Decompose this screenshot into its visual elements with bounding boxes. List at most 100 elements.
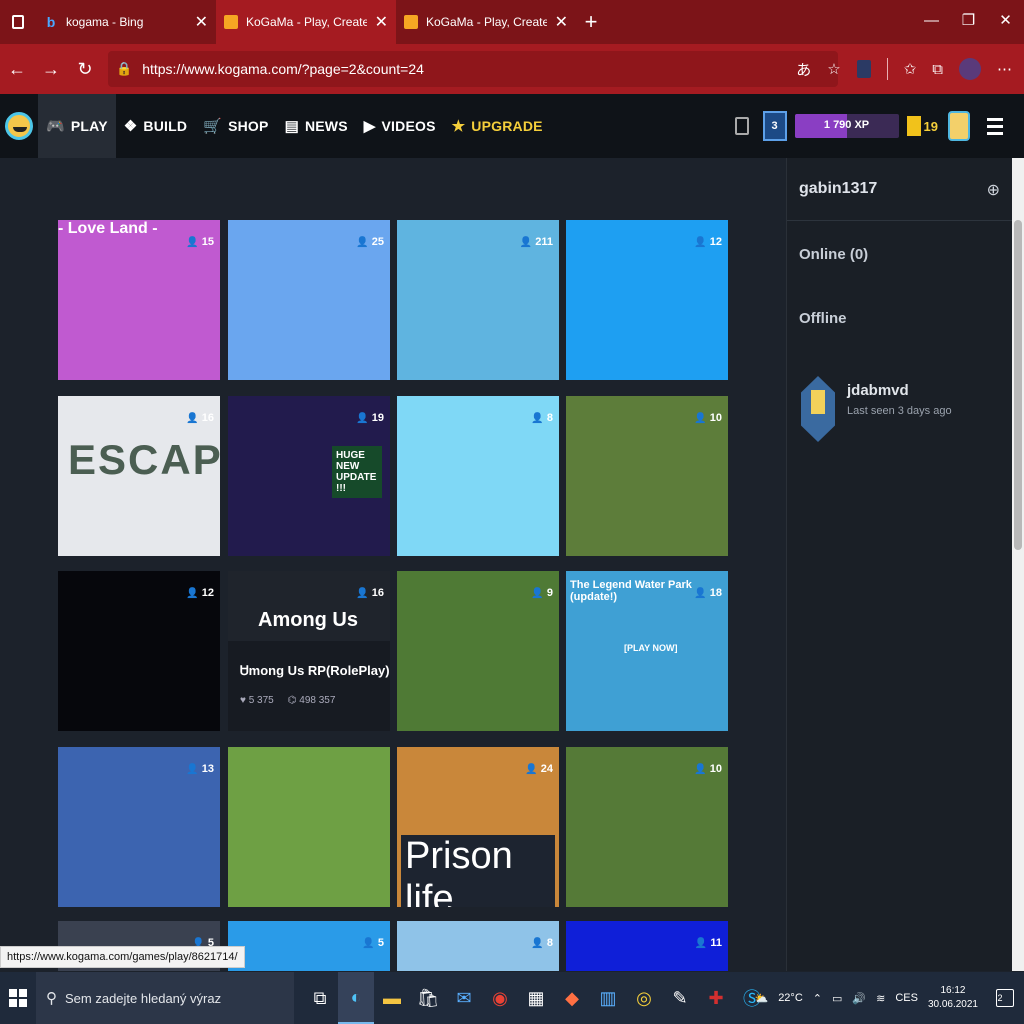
close-tab-icon[interactable]: ✕ <box>195 12 208 32</box>
game-card[interactable]: 👤 12 <box>566 220 728 380</box>
game-card[interactable]: 👤 12 <box>58 571 220 731</box>
read-aloud-icon[interactable]: あ <box>796 59 811 80</box>
user-avatar[interactable] <box>948 111 970 141</box>
collections-icon[interactable]: ⧉ <box>932 61 943 78</box>
player-count-value: 9 <box>546 587 553 599</box>
tab-actions-button[interactable] <box>0 0 36 44</box>
store-icon[interactable]: 🛍 <box>410 972 446 1024</box>
friend-item[interactable]: jdabmvd Last seen 3 days ago <box>801 376 952 442</box>
back-button[interactable]: ← <box>0 44 34 94</box>
person-icon: 👤 <box>186 763 199 775</box>
nav-play[interactable]: 🎮 PLAY <box>38 94 116 158</box>
file-explorer-icon[interactable]: ▬ <box>374 972 410 1024</box>
person-icon: 👤 <box>694 763 707 775</box>
refresh-button[interactable]: ↻ <box>68 44 102 94</box>
puzzle-app-icon[interactable]: ✚ <box>698 972 734 1024</box>
logo-face-icon <box>5 112 33 140</box>
xp-progress-bar[interactable]: 1 790 XP <box>794 114 899 138</box>
game-card[interactable]: 👤 8 <box>397 921 559 971</box>
level-badge[interactable]: 3 <box>762 111 787 141</box>
player-count: 👤 12 <box>694 236 722 248</box>
tray-chevron-icon[interactable]: ⌃ <box>813 992 822 1005</box>
browser-tab-0[interactable]: b kogama - Bing ✕ <box>36 0 216 44</box>
game-card[interactable]: 👤 25 <box>228 220 390 380</box>
weather-temp[interactable]: 22°C <box>778 992 803 1004</box>
weather-icon[interactable]: ⛅ <box>754 992 768 1005</box>
game-card[interactable]: 👤 10 <box>566 747 728 907</box>
game-card[interactable]: 👤 5 <box>228 921 390 971</box>
game-card[interactable]: The Legend Water Park (update!) [PLAY NOW… <box>566 571 728 731</box>
calendar-icon[interactable]: ▥ <box>590 972 626 1024</box>
game-thumbnail-title: The Legend Water Park (update!) <box>570 579 692 603</box>
browser-tab-1[interactable]: KoGaMa - Play, Create And Share ✕ <box>216 0 396 44</box>
language-indicator[interactable]: CES <box>895 992 918 1004</box>
game-card[interactable]: ESCAPA 👤16 <box>58 396 220 556</box>
tab-title: KoGaMa - Play, Create And Share <box>246 15 367 29</box>
extension-icon[interactable] <box>856 60 871 78</box>
nav-videos[interactable]: ▶ VIDEOS <box>356 94 444 158</box>
friend-last-seen: Last seen 3 days ago <box>847 405 952 417</box>
new-tab-button[interactable]: + <box>576 0 606 44</box>
page-scrollbar[interactable] <box>1012 158 1024 971</box>
document-icon[interactable] <box>734 117 749 135</box>
volume-icon[interactable]: 🔊 <box>852 992 866 1005</box>
close-tab-icon[interactable]: ✕ <box>375 12 388 32</box>
clock[interactable]: 16:12 30.06.2021 <box>928 984 978 1012</box>
gold-counter[interactable]: 19 <box>906 116 938 136</box>
nav-label: VIDEOS <box>381 118 436 134</box>
offline-header[interactable]: Offline <box>799 310 847 327</box>
restore-icon[interactable]: ❐ <box>950 0 987 40</box>
browser-tab-2[interactable]: KoGaMa - Play, Create And Share ✕ <box>396 0 576 44</box>
nav-upgrade[interactable]: ★ UPGRADE <box>444 94 551 158</box>
panel-username[interactable]: gabin1317 <box>799 180 877 198</box>
network-icon[interactable]: ▭ <box>832 992 842 1005</box>
profile-avatar[interactable] <box>959 58 981 80</box>
game-card[interactable] <box>228 747 390 907</box>
game-card[interactable]: - Love Land - 👤 15 <box>58 220 220 380</box>
more-menu-icon[interactable]: ⋯ <box>997 60 1012 78</box>
notification-count: 2 <box>997 993 1003 1003</box>
task-view-icon[interactable]: ⧉ <box>302 972 338 1024</box>
norton-icon[interactable]: ◎ <box>626 972 662 1024</box>
calculator-icon[interactable]: ▦ <box>518 972 554 1024</box>
mail-icon[interactable]: ✉ <box>446 972 482 1024</box>
game-card[interactable]: 👤 211 <box>397 220 559 380</box>
game-card[interactable]: Prison life 👤 24 <box>397 747 559 907</box>
start-button[interactable] <box>0 972 36 1024</box>
add-friend-icon[interactable]: ⊕ <box>987 180 1000 200</box>
nav-label: SHOP <box>228 118 269 134</box>
online-header[interactable]: Online (0) <box>799 246 868 263</box>
notification-center-icon[interactable]: 2 <box>996 989 1014 1007</box>
chrome-icon[interactable]: ◉ <box>482 972 518 1024</box>
hamburger-menu-icon[interactable] <box>980 117 1010 135</box>
game-card[interactable]: 👤 10 <box>566 396 728 556</box>
game-card[interactable]: 👤 8 <box>397 396 559 556</box>
minimize-icon[interactable]: — <box>913 0 950 40</box>
nav-build[interactable]: ❖ BUILD <box>116 94 195 158</box>
close-window-icon[interactable]: ✕ <box>987 0 1024 40</box>
wifi-icon[interactable]: ≋ <box>876 992 885 1005</box>
forward-button[interactable]: → <box>34 44 68 94</box>
game-card[interactable]: HUGE NEW UPDATE !!! 👤 19 <box>228 396 390 556</box>
game-card[interactable]: 👤 13 <box>58 747 220 907</box>
kogama-logo[interactable] <box>0 94 38 158</box>
favorite-star-icon[interactable]: ☆ <box>827 60 840 78</box>
game-card[interactable]: 👤 9 <box>397 571 559 731</box>
lock-icon[interactable]: 🔒 <box>116 61 132 77</box>
player-count-value: 12 <box>709 236 722 248</box>
game-card[interactable]: 👤 11 <box>566 921 728 971</box>
favorites-icon[interactable]: ✩ <box>904 60 917 78</box>
scrollbar-thumb[interactable] <box>1014 220 1022 550</box>
url-field[interactable]: 🔒 https://www.kogama.com/?page=2&count=2… <box>108 51 838 87</box>
player-count: 👤 24 <box>525 763 553 775</box>
paint-icon[interactable]: ✎ <box>662 972 698 1024</box>
app-icon[interactable]: ◆ <box>554 972 590 1024</box>
nav-news[interactable]: ▤ NEWS <box>277 94 356 158</box>
close-tab-icon[interactable]: ✕ <box>555 12 568 32</box>
taskbar-search[interactable]: ⚲ Sem zadejte hledaný výraz <box>36 972 294 1024</box>
game-card[interactable]: Among Us Ꮜmong Us RP(RolePlay) ♥ 5 375 ⌬ 49… <box>228 571 390 731</box>
nav-shop[interactable]: 🛒 SHOP <box>195 94 276 158</box>
kogama-icon <box>224 15 238 29</box>
person-icon: 👤 <box>186 236 199 248</box>
edge-icon[interactable]: ◐ <box>338 972 374 1024</box>
